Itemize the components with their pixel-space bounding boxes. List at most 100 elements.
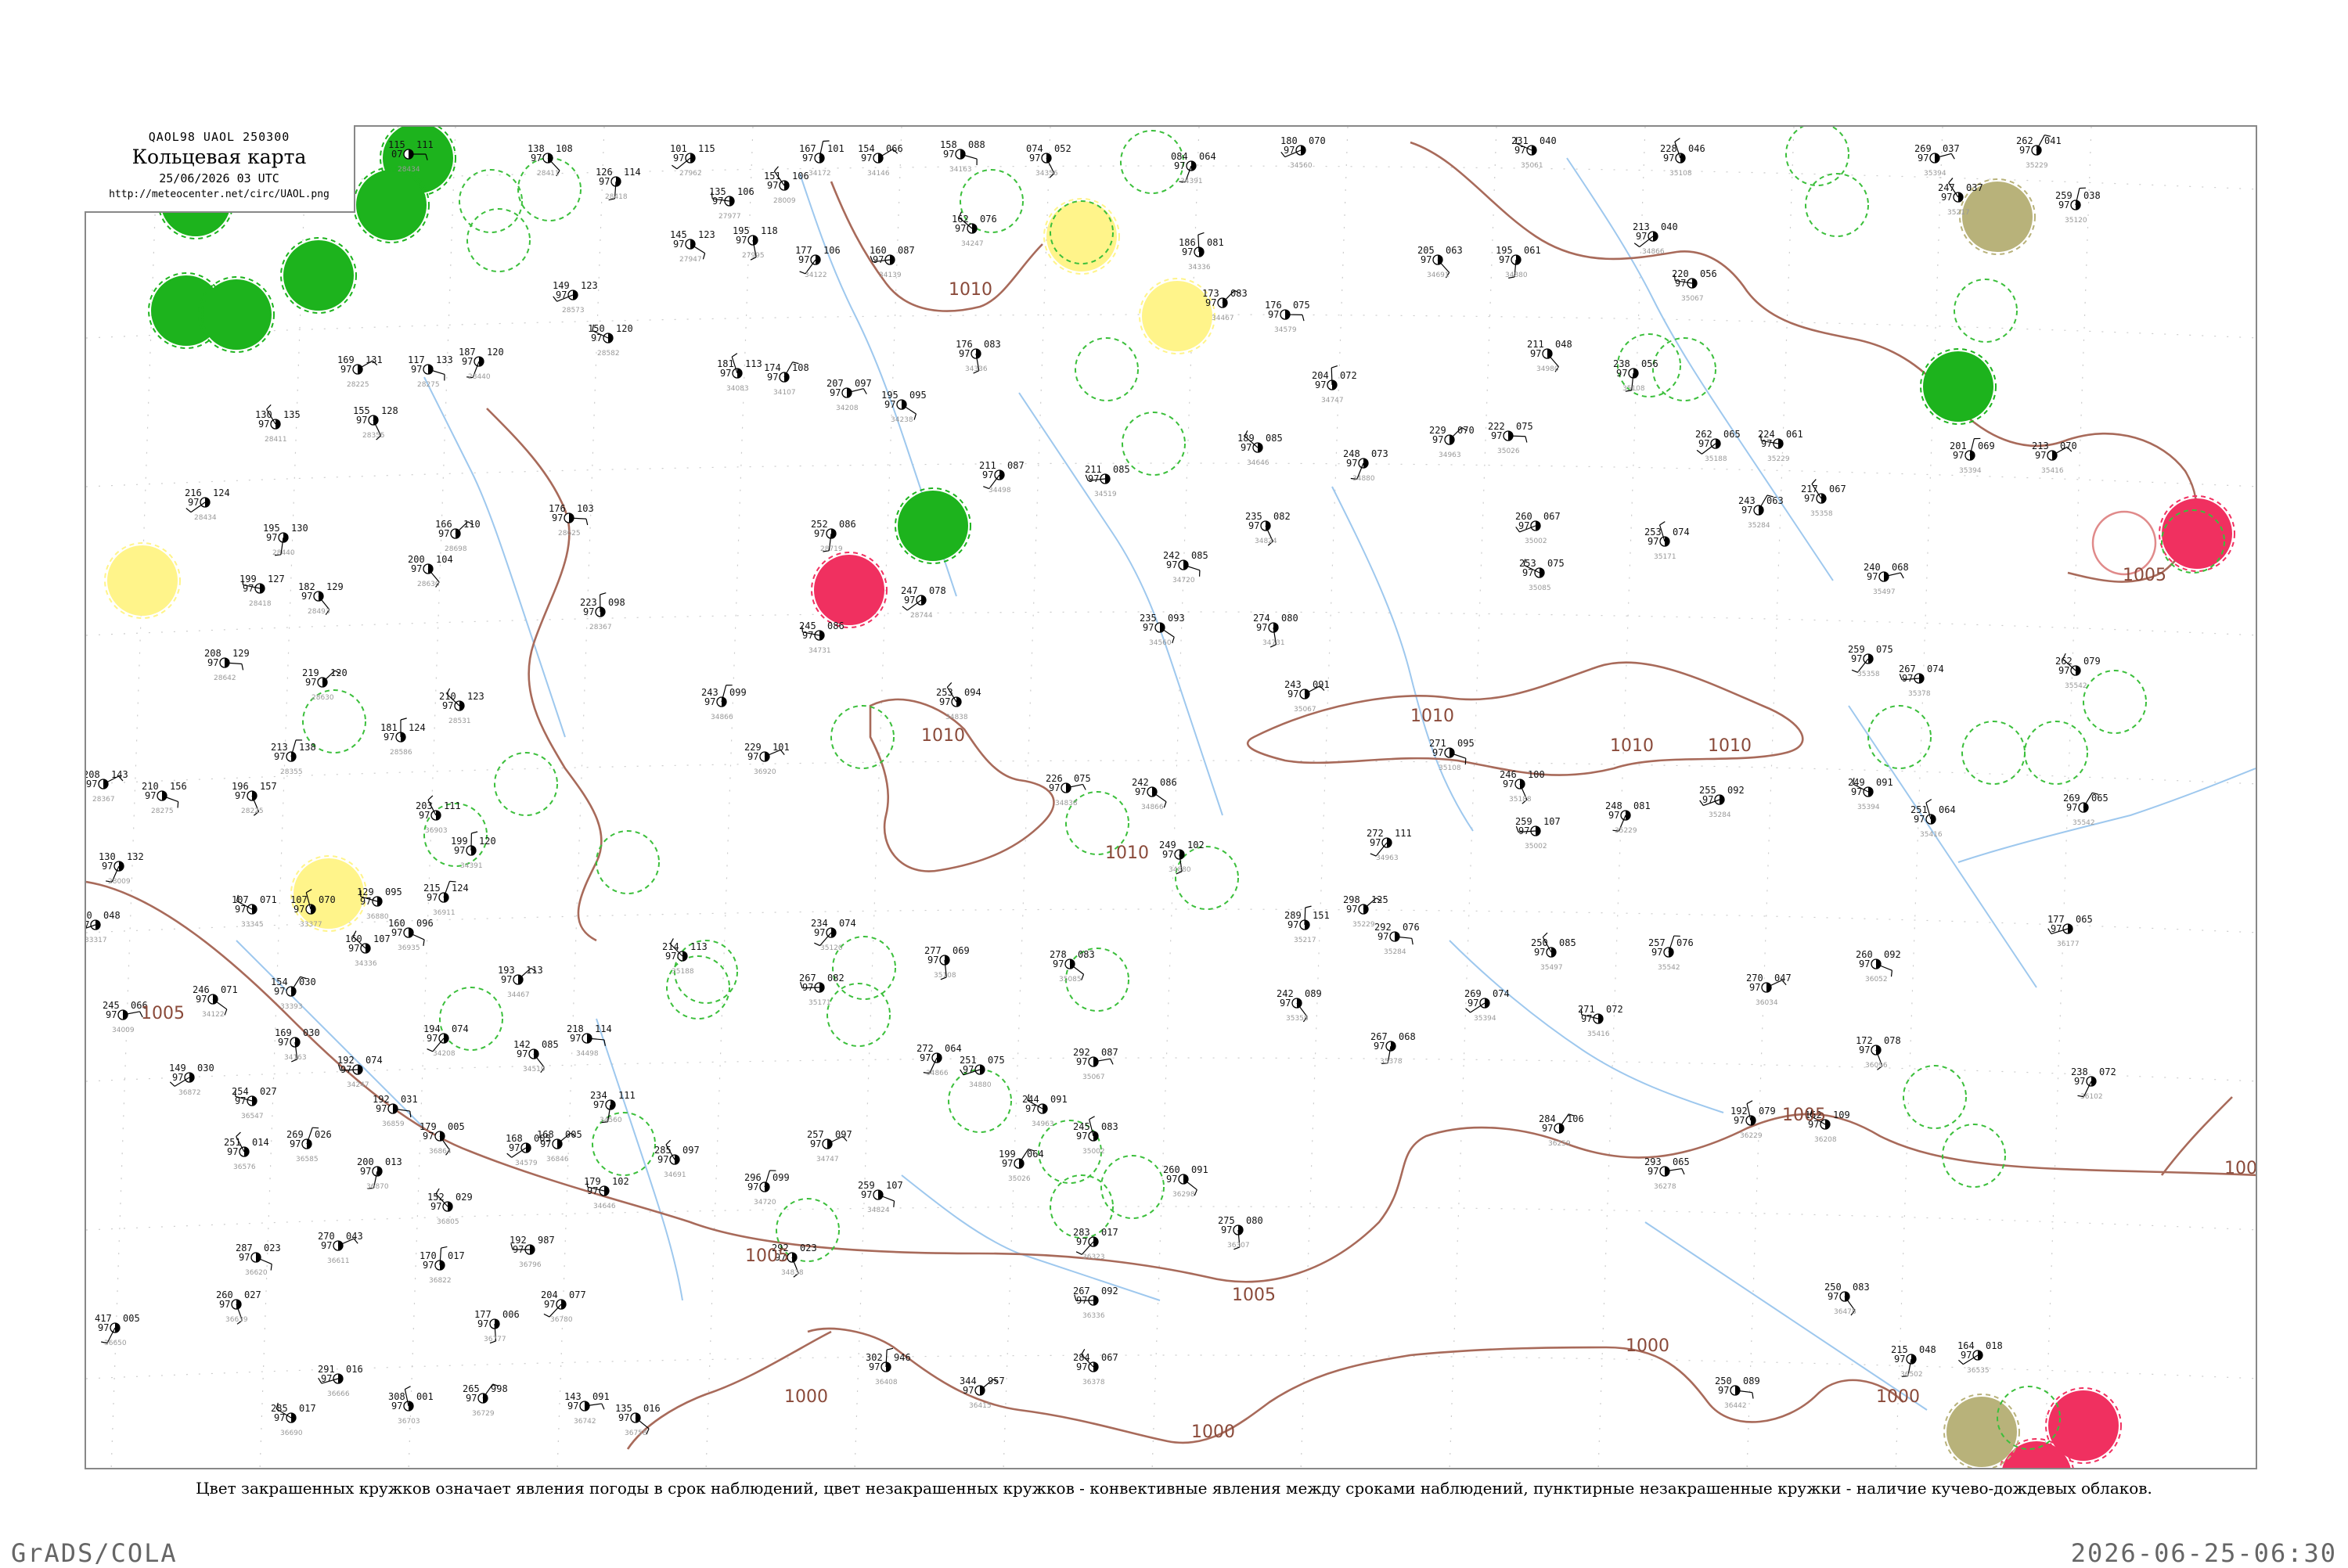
map-source-url[interactable]: http://meteocenter.net/circ/UAOL.png (85, 189, 354, 200)
weather-station[interactable]: 1929707434247 (337, 1055, 383, 1089)
weather-station[interactable]: 2139713828355 (271, 740, 316, 776)
weather-station[interactable]: 2429708634866 (1132, 777, 1177, 811)
weather-station[interactable]: 1769707534579 (1265, 300, 1310, 334)
cumulonimbus-circle[interactable] (1806, 174, 1868, 236)
weather-station[interactable]: 2679707435378 (1899, 664, 1944, 698)
weather-station[interactable]: 2699702636585 (286, 1127, 332, 1163)
weather-station[interactable]: 1499712328573 (553, 280, 598, 315)
weather-station[interactable]: 1829712928493 (298, 581, 344, 616)
weather-station[interactable]: 1959709534238 (881, 390, 927, 424)
weather-station[interactable]: 2509708936442 (1715, 1376, 1760, 1410)
weather-station[interactable]: 1019711527962 (670, 143, 715, 178)
cumulonimbus-circle[interactable] (1176, 847, 1238, 909)
cumulonimbus-circle[interactable] (1075, 338, 1138, 401)
weather-station[interactable]: 2899715135217 (1284, 906, 1330, 944)
weather-station[interactable]: 2489708135229 (1605, 800, 1651, 835)
weather-station[interactable]: 0749705234356 (1026, 143, 1071, 178)
weather-station[interactable]: 1779706536177 (2047, 914, 2093, 948)
weather-station[interactable]: 1499703036872 (169, 1063, 214, 1097)
weather-station[interactable]: 1779710634122 (795, 245, 841, 279)
weather-station[interactable]: 2439706335284 (1738, 495, 1784, 530)
weather-station[interactable]: 2349711134560 (590, 1090, 636, 1124)
weather-station[interactable]: 1819712428586 (380, 718, 426, 757)
rain-filled-circle[interactable] (2163, 499, 2231, 568)
weather-station[interactable]: 2709704736034 (1746, 973, 1792, 1007)
cumulonimbus-circle[interactable] (949, 1070, 1011, 1132)
weather-station[interactable]: 2539709434838 (936, 682, 981, 721)
weather-station[interactable]: 1609708734139 (870, 245, 915, 279)
weather-station[interactable]: 2719709535108 (1429, 738, 1475, 772)
weather-station[interactable]: 1879712028440 (459, 347, 504, 381)
weather-station[interactable]: 2009701336870 (357, 1156, 402, 1191)
weather-station[interactable]: 2409706835497 (1864, 562, 1909, 596)
weather-station[interactable]: 2879702336620 (236, 1243, 281, 1277)
weather-station[interactable]: 2149711335188 (662, 938, 708, 976)
weather-station[interactable]: 1809707034560 (1280, 135, 1326, 170)
weather-station[interactable]: 2269707534838 (1046, 773, 1091, 807)
weather-station[interactable]: 1519710628009 (764, 167, 809, 205)
weather-station[interactable]: 2089712928642 (204, 648, 250, 682)
weather-station[interactable]: 2719707235416 (1578, 1004, 1623, 1038)
weather-station[interactable]: 2299710136920 (744, 742, 790, 776)
weather-station[interactable]: 2519706435416 (1910, 800, 1956, 839)
weather-station[interactable]: 1969715728225 (232, 781, 277, 815)
weather-station[interactable]: 2969709934720 (744, 1171, 790, 1207)
weather-station[interactable]: 3089700136703 (388, 1386, 434, 1426)
weather-station[interactable]: 2239709828367 (580, 593, 625, 631)
weather-station[interactable]: 2289704635108 (1660, 138, 1705, 178)
weather-station[interactable]: 2049707736780 (541, 1289, 586, 1324)
weather-station[interactable]: 1929798736796 (510, 1235, 555, 1269)
weather-station[interactable]: 2089714328367 (86, 769, 128, 804)
weather-station[interactable]: 1429708534519 (513, 1039, 559, 1074)
weather-station[interactable]: 2229707535026 (1488, 421, 1533, 455)
thunder-filled-circle[interactable] (284, 241, 353, 310)
thunder-filled-circle[interactable] (202, 280, 271, 349)
cumulonimbus-circle[interactable] (1903, 1066, 1966, 1128)
weather-station[interactable]: 2919701636666 (318, 1364, 363, 1398)
weather-station[interactable]: 2359708234824 (1245, 511, 1291, 545)
weather-station[interactable]: 1949707434208 (423, 1023, 469, 1058)
weather-station[interactable]: 2139704034866 (1633, 221, 1678, 256)
weather-station[interactable]: 2579709734747 (807, 1129, 852, 1163)
weather-station[interactable]: 1769708334336 (956, 339, 1001, 373)
weather-station[interactable]: 2679709236336 (1073, 1286, 1118, 1320)
weather-station[interactable]: 2439709934866 (701, 685, 747, 721)
weather-station[interactable]: 2499710234880 (1159, 840, 1205, 874)
cumulonimbus-circle[interactable] (2083, 671, 2146, 733)
weather-station[interactable]: 2729711134963 (1367, 828, 1412, 862)
weather-station[interactable]: 1959711827995 (733, 225, 778, 260)
weather-station[interactable]: 3029794636408 (866, 1348, 911, 1386)
weather-station[interactable]: 1649701836535 (1957, 1340, 2003, 1375)
weather-station[interactable]: 2539707435171 (1644, 522, 1690, 561)
weather-station[interactable]: 4179700536650 (95, 1313, 140, 1347)
weather-station[interactable]: 1269711428418 (596, 167, 641, 201)
weather-station[interactable]: 1999712728418 (239, 574, 285, 608)
weather-station[interactable]: 2009710428630 (408, 554, 453, 588)
fog-filled-circle[interactable] (1143, 282, 1212, 351)
weather-station[interactable]: 2629707935542 (2055, 653, 2101, 690)
cumulonimbus-circle[interactable] (1101, 1156, 1164, 1218)
cumulonimbus-circle[interactable] (827, 984, 890, 1046)
weather-station[interactable]: 2389707236102 (2071, 1066, 2116, 1101)
fog-filled-circle[interactable] (294, 859, 363, 928)
cumulonimbus-circle[interactable] (440, 987, 502, 1050)
weather-station[interactable]: 2679706835378 (1370, 1031, 1416, 1066)
weather-station[interactable]: 2759708036307 (1218, 1215, 1263, 1250)
weather-station[interactable]: 1939711334467 (498, 965, 543, 999)
weather-station[interactable]: 1799700536864 (420, 1121, 465, 1156)
weather-station[interactable]: 1509712028582 (588, 323, 633, 358)
weather-station[interactable]: 2789708335085 (1050, 949, 1095, 984)
weather-station[interactable]: 2319704035061 (1511, 135, 1557, 170)
weather-station[interactable]: 1549706634146 (858, 143, 903, 178)
weather-station[interactable]: 2459708634731 (799, 620, 844, 655)
weather-station[interactable]: 2209705635067 (1672, 268, 1717, 303)
cumulonimbus-circle[interactable] (1943, 1124, 2005, 1187)
weather-station[interactable]: 1729707836096 (1856, 1035, 1901, 1070)
weather-station[interactable]: 1589708834163 (940, 139, 985, 174)
weather-station[interactable]: 2609702736639 (216, 1289, 261, 1324)
cumulonimbus-circle[interactable] (495, 753, 557, 815)
weather-station[interactable]: 1529702936805 (427, 1189, 473, 1226)
cumulonimbus-circle[interactable] (2025, 721, 2087, 784)
weather-station[interactable]: 2549702736547 (232, 1086, 277, 1120)
weather-station[interactable]: 1669711028698 (435, 519, 481, 553)
